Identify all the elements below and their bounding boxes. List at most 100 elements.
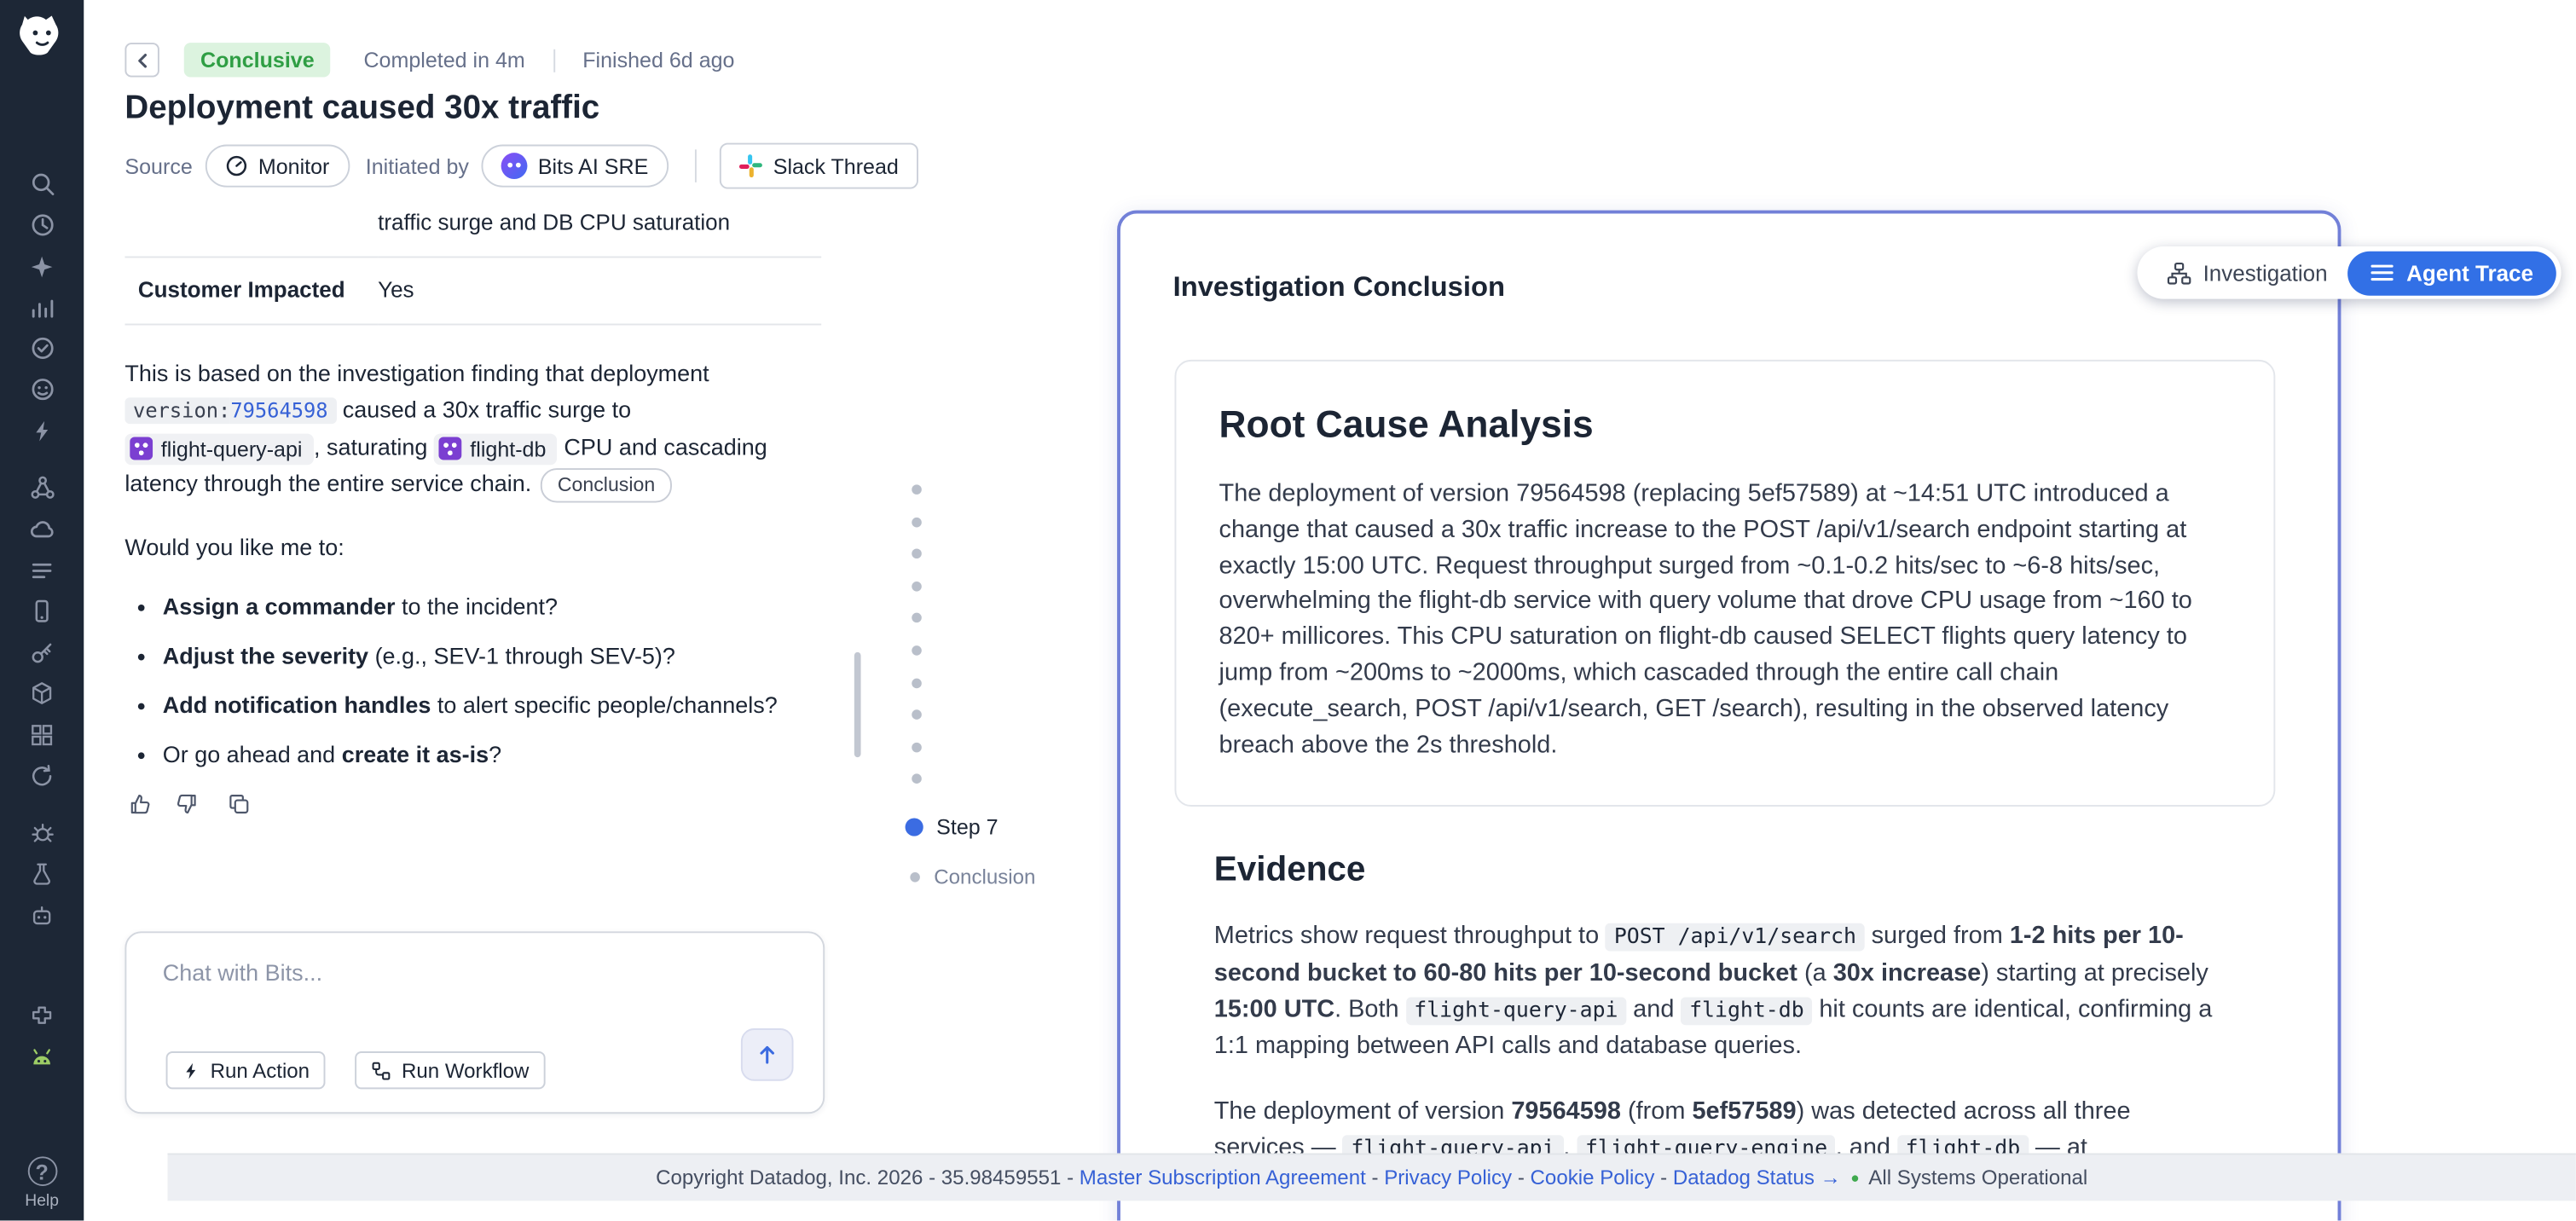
serverless-cloud-icon[interactable] — [20, 516, 63, 542]
seg-link[interactable]: Cookie Policy — [1531, 1166, 1655, 1189]
page-footer: Copyright Datadog, Inc. 2026 - 35.984595… — [168, 1153, 2576, 1201]
history-icon[interactable] — [20, 212, 63, 239]
timeline-dot[interactable] — [912, 774, 922, 784]
timeline-dots — [906, 484, 926, 806]
back-button[interactable] — [124, 43, 159, 77]
timeline-dot[interactable] — [912, 484, 922, 495]
packages-icon[interactable] — [20, 680, 63, 707]
table-cell-label: Customer Impacted — [124, 258, 378, 325]
send-button[interactable] — [741, 1028, 794, 1081]
run-workflow-button[interactable]: Run Workflow — [356, 1051, 546, 1089]
seg-link[interactable]: Privacy Policy — [1384, 1166, 1512, 1189]
chat-input[interactable]: Chat with Bits... — [163, 959, 491, 986]
timeline-dot[interactable] — [912, 613, 922, 623]
bits-ai-sparkle-icon[interactable] — [20, 253, 63, 280]
hierarchy-icon — [2167, 260, 2191, 285]
chat-scrollbar[interactable] — [854, 652, 861, 757]
seg-text: surged from — [1865, 922, 2010, 950]
error-tracking-bug-icon[interactable] — [20, 819, 63, 846]
infrastructure-icon[interactable] — [20, 721, 63, 748]
seg-text: . Both — [1334, 995, 1406, 1023]
metrics-icon[interactable] — [20, 294, 63, 321]
tab-agent-trace[interactable]: Agent Trace — [2347, 251, 2556, 295]
rum-mobile-icon[interactable] — [20, 598, 63, 624]
seg-text: Metrics show request throughput to — [1214, 922, 1606, 950]
seg-link[interactable]: Master Subscription Agreement — [1080, 1166, 1366, 1189]
seg-text: - — [1654, 1166, 1672, 1189]
seg-code: POST /api/v1/search — [1606, 923, 1864, 952]
timeline-dot[interactable] — [912, 549, 922, 559]
source-monitor-pill[interactable]: Monitor — [206, 145, 349, 188]
logs-list-icon[interactable] — [20, 557, 63, 583]
api-keys-icon[interactable] — [20, 639, 63, 665]
copy-icon[interactable] — [223, 789, 253, 819]
seg-text: , saturating — [314, 434, 434, 460]
seg-b: 30x increase — [1833, 959, 1982, 987]
ci-robot-icon[interactable] — [20, 902, 63, 929]
monitors-check-icon[interactable] — [20, 335, 63, 362]
seg-text: (a — [1797, 959, 1833, 987]
run-action-button[interactable]: Run Action — [166, 1051, 327, 1089]
help-label: Help — [25, 1193, 59, 1211]
timeline-dot[interactable] — [912, 742, 922, 752]
events-bolt-icon[interactable] — [20, 417, 63, 443]
seg-text: (from — [1621, 1097, 1693, 1126]
sync-icon[interactable] — [20, 762, 63, 789]
seg-b: Add notification handles — [163, 692, 431, 718]
seg-code: flight-query-api — [1406, 997, 1627, 1025]
conclusion-label: Conclusion — [934, 865, 1035, 888]
seg-link[interactable]: Datadog Status → — [1673, 1166, 1841, 1189]
assistant-message: This is based on the investigation findi… — [124, 355, 821, 502]
app-root: ? Help Conclusive Completed in 4m Finish… — [0, 0, 2576, 1220]
list-item: Adjust the severity (e.g., SEV-1 through… — [163, 638, 822, 674]
seg-b: Assign a commander — [163, 593, 396, 620]
service-map-icon[interactable] — [20, 475, 63, 501]
search-icon[interactable] — [20, 171, 63, 197]
chat-input-card: Chat with Bits... Run Action Run Workflo… — [124, 931, 825, 1114]
initiated-by-pill[interactable]: Bits AI SRE — [482, 145, 668, 188]
seg-codeL: version: — [124, 397, 230, 424]
view-toggle: Investigation Agent Trace — [2138, 246, 2562, 299]
chevron-left-icon — [134, 52, 150, 68]
datadog-logo[interactable] — [14, 10, 70, 63]
chat-message-area[interactable]: traffic surge and DB CPU saturation Cust… — [124, 205, 821, 925]
timeline-dot[interactable] — [912, 710, 922, 720]
seg-codeR: 79564598 — [230, 397, 336, 424]
timeline-current-step[interactable]: Step 7 — [906, 815, 999, 840]
seg-b: 15:00 UTC — [1214, 995, 1334, 1023]
bits-ai-avatar — [501, 153, 528, 179]
watchdog-icon[interactable] — [20, 376, 63, 402]
workflow-icon — [372, 1061, 391, 1080]
seg-text: All Systems Operational — [1863, 1166, 2088, 1189]
timeline-dot[interactable] — [912, 645, 922, 656]
seg-b: Adjust the severity — [163, 642, 368, 668]
root-cause-card: Root Cause Analysis The deployment of ve… — [1175, 360, 2276, 807]
left-nav-sidebar: ? Help — [0, 0, 84, 1220]
android-icon[interactable] — [20, 1043, 63, 1069]
feedback-row — [124, 789, 821, 819]
seg-svc: flight-query-api — [124, 433, 314, 465]
thumbs-down-icon[interactable] — [171, 789, 200, 819]
root-cause-body: The deployment of version 79564598 (repl… — [1219, 477, 2232, 763]
timeline-dot[interactable] — [912, 582, 922, 592]
thumbs-up-icon[interactable] — [124, 789, 154, 819]
seg-text: - — [1512, 1166, 1530, 1189]
header-meta-row: Conclusive Completed in 4m Finished 6d a… — [124, 41, 734, 78]
seg-text: The deployment of version — [1214, 1097, 1512, 1126]
seg-tag: Conclusion — [541, 468, 672, 502]
synthetics-flask-icon[interactable] — [20, 861, 63, 888]
header-source-row: Source Monitor Initiated by Bits AI SRE … — [124, 146, 918, 185]
list-lines-icon — [2370, 263, 2394, 282]
chat-action-buttons: Run Action Run Workflow — [166, 1051, 546, 1089]
help-icon[interactable]: ? — [27, 1156, 57, 1186]
integrations-puzzle-icon[interactable] — [20, 1002, 63, 1028]
seg-b: create it as-is — [342, 741, 489, 767]
slack-thread-button[interactable]: Slack Thread — [719, 143, 918, 189]
current-step-label: Step 7 — [936, 815, 998, 840]
tab-investigation[interactable]: Investigation — [2147, 260, 2347, 285]
timeline-dot[interactable] — [912, 517, 922, 527]
seg-text: caused a 30x traffic surge to — [336, 396, 637, 422]
timeline-conclusion[interactable]: Conclusion — [909, 865, 1035, 888]
table-cell-value: Yes — [378, 258, 821, 325]
timeline-dot[interactable] — [912, 678, 922, 688]
